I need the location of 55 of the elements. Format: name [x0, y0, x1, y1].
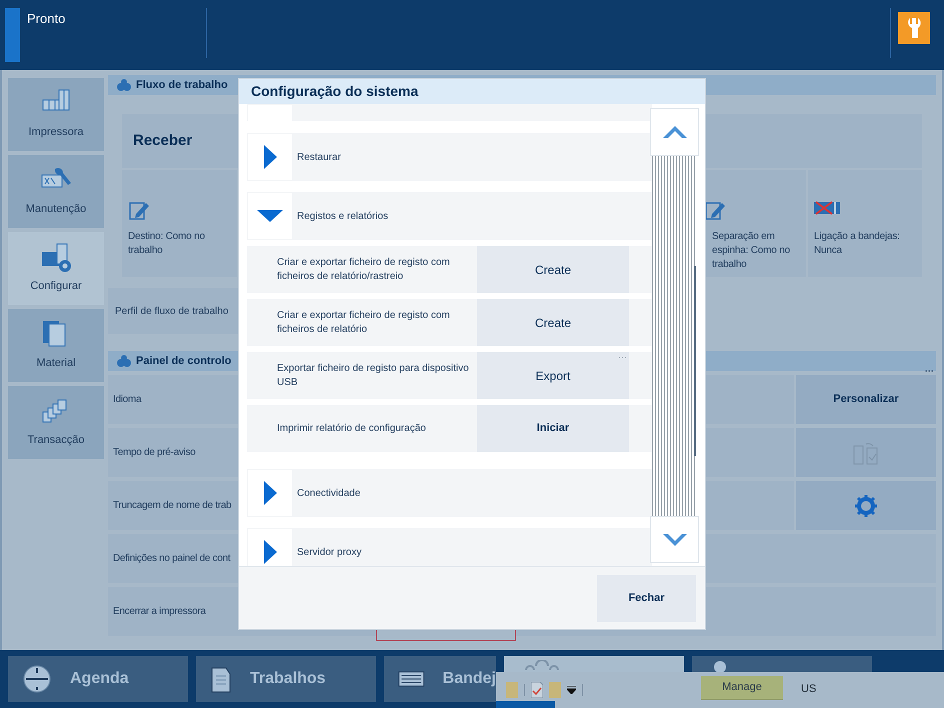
- expand-arrow-icon: [264, 540, 276, 564]
- action-label: Criar e exportar ficheiro de registo com ficheiros de relatório: [276, 308, 451, 336]
- action-label: Criar e exportar ficheiro de registo com ficheiros de relatório/rastreio: [276, 256, 451, 284]
- person-icon: [712, 660, 728, 672]
- collapse-arrow-icon: [257, 210, 283, 222]
- expand-toggle[interactable]: [248, 529, 292, 566]
- section-row[interactable]: Registos e relatórios: [247, 192, 652, 240]
- wrench-icon: [905, 17, 923, 39]
- checklist-icon[interactable]: [531, 682, 543, 698]
- dialog-title-bar: Configuração do sistema: [239, 79, 705, 104]
- cluster-icon: [116, 78, 132, 92]
- sidebar-tab[interactable]: Material: [8, 309, 104, 382]
- nav-button[interactable]: [692, 656, 872, 672]
- section-row[interactable]: Restaurar: [247, 133, 652, 181]
- cluster-icon: [116, 354, 132, 368]
- selected-tab-indicator: [496, 701, 555, 708]
- close-button[interactable]: Fechar: [597, 575, 696, 622]
- action-label: Imprimir relatório de configuração: [276, 422, 427, 436]
- locale-label: US: [801, 682, 816, 697]
- setting-card[interactable]: Ligação a bandejas: Nunca: [808, 170, 922, 277]
- action-button[interactable]: Create: [477, 246, 629, 293]
- section-row[interactable]: Servidor proxy: [247, 528, 652, 566]
- sidebar-tab[interactable]: Manutenção: [8, 155, 104, 228]
- expand-toggle[interactable]: [248, 193, 292, 239]
- nav-button[interactable]: Bandej: [384, 656, 496, 702]
- service-button[interactable]: [898, 12, 930, 44]
- chevron-up-icon: [662, 126, 686, 138]
- dropdown-icon[interactable]: [567, 686, 576, 694]
- settings-button[interactable]: [796, 481, 936, 530]
- expand-toggle[interactable]: [248, 470, 292, 516]
- status-bar-accent: [5, 8, 20, 62]
- section-row[interactable]: Conectividade: [247, 469, 652, 517]
- cog-outline-icon: [524, 660, 560, 671]
- nav-button[interactable]: Trabalhos: [196, 656, 376, 702]
- gear-icon: [855, 494, 877, 516]
- scroll-up-button[interactable]: [650, 108, 699, 156]
- action-button[interactable]: Create: [477, 299, 629, 346]
- scroll-down-button[interactable]: [650, 516, 699, 563]
- chevron-down-icon: [662, 534, 686, 546]
- action-button[interactable]: Iniciar: [477, 405, 629, 452]
- sidebar-tab[interactable]: Transacção: [8, 386, 104, 459]
- configure-icon: [41, 242, 71, 272]
- expand-arrow-icon: [264, 145, 276, 169]
- expand-arrow-icon: [264, 481, 276, 505]
- scroll-thumb[interactable]: [694, 266, 696, 456]
- sidebar-tab[interactable]: Configurar: [8, 232, 104, 305]
- setting-card[interactable]: Destino: Como no trabalho: [122, 170, 237, 277]
- sidebar-tab[interactable]: Impressora: [8, 78, 104, 151]
- clock-icon: [22, 664, 52, 694]
- nav-button[interactable]: Agenda: [8, 656, 188, 702]
- status-text: Pronto: [27, 10, 66, 28]
- more-indicator: ···: [618, 353, 627, 362]
- action-button[interactable]: Export ···: [477, 352, 629, 399]
- expand-toggle[interactable]: [248, 134, 292, 180]
- manage-tab[interactable]: Manage: [701, 676, 783, 700]
